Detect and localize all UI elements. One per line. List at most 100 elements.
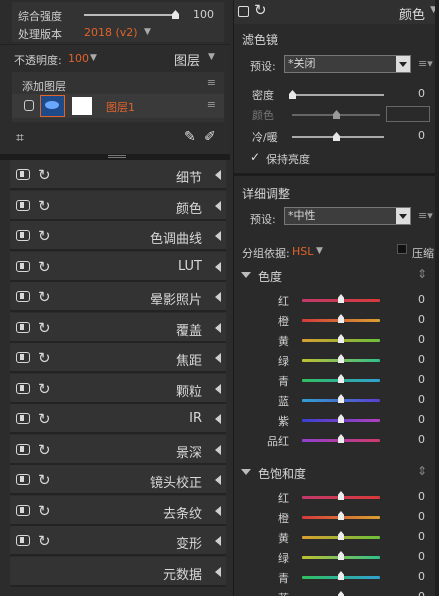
- chevron-down-icon[interactable]: ▼: [316, 246, 323, 256]
- color-knob[interactable]: [333, 110, 340, 119]
- detail-preset-select[interactable]: *中性: [284, 207, 411, 225]
- chevron-left-icon[interactable]: [215, 536, 221, 546]
- color-slider-knob[interactable]: [338, 591, 344, 596]
- panel-toggle-icon[interactable]: [16, 474, 30, 485]
- reset-icon[interactable]: ↻: [38, 288, 51, 306]
- reset-icon[interactable]: ↻: [38, 166, 51, 184]
- color-slider-knob[interactable]: [338, 551, 344, 560]
- expand-icon[interactable]: ⇕: [417, 267, 427, 281]
- layer-item[interactable]: 图层1 ≡: [12, 94, 224, 118]
- chevron-left-icon[interactable]: [215, 505, 221, 516]
- color-slider-knob[interactable]: [338, 434, 344, 443]
- color-slider-knob[interactable]: [338, 294, 344, 303]
- color-slider-knob[interactable]: [338, 334, 344, 343]
- panel-toggle-icon[interactable]: [16, 413, 30, 424]
- panel-toggle-icon[interactable]: [238, 6, 249, 17]
- tool-panel-row[interactable]: 元数据: [10, 556, 226, 587]
- tool-panel-row[interactable]: ↻ 细节: [10, 160, 226, 190]
- process-version-select[interactable]: 2018 (v2): [84, 26, 138, 39]
- tool-panel-row[interactable]: ↻ 色调曲线: [10, 221, 226, 251]
- chevron-down-icon[interactable]: ▼: [144, 27, 151, 37]
- chevron-down-icon[interactable]: [396, 208, 410, 224]
- group-by-select[interactable]: HSL: [292, 245, 313, 258]
- layer-opacity-value[interactable]: 100: [68, 52, 89, 65]
- crop-icon[interactable]: ⌗: [16, 130, 24, 146]
- panel-toggle-icon[interactable]: [16, 199, 30, 211]
- color-slider-knob[interactable]: [338, 531, 344, 540]
- chevron-down-icon[interactable]: ▼: [208, 52, 215, 62]
- color-slider-knob[interactable]: [338, 571, 344, 580]
- menu-icon[interactable]: ≡▾: [418, 57, 433, 70]
- expand-icon[interactable]: ⇕: [417, 464, 427, 478]
- compress-checkbox[interactable]: [397, 244, 407, 254]
- panel-toggle-icon[interactable]: [16, 260, 30, 272]
- panel-toggle-icon[interactable]: [16, 352, 30, 363]
- tool-panel-row[interactable]: ↻ 去条纹: [10, 495, 226, 526]
- chevron-down-icon[interactable]: [241, 469, 251, 475]
- chevron-left-icon[interactable]: [215, 231, 221, 241]
- color-slider-knob[interactable]: [338, 394, 344, 403]
- panel-toggle-icon[interactable]: [16, 504, 30, 516]
- reset-icon[interactable]: ↻: [254, 1, 267, 19]
- keep-luminance-checkbox[interactable]: ✓: [250, 150, 260, 164]
- tool-panel-row[interactable]: ↻ 晕影照片: [10, 282, 226, 312]
- layer-name[interactable]: 图层1: [106, 99, 135, 115]
- tool-panel-row[interactable]: ↻ 覆盖: [10, 312, 226, 343]
- chevron-down-icon[interactable]: ▼: [90, 53, 97, 63]
- menu-icon[interactable]: ≡▾: [418, 209, 433, 222]
- panel-toggle-icon[interactable]: [16, 535, 30, 546]
- panel-toggle-icon[interactable]: [16, 291, 30, 302]
- panel-toggle-icon[interactable]: [16, 230, 30, 241]
- chevron-left-icon[interactable]: [215, 200, 221, 211]
- tool-panel-row[interactable]: ↻ 变形: [10, 526, 226, 556]
- hue-section-header[interactable]: 色度 ⇕: [234, 265, 439, 285]
- chevron-left-icon[interactable]: [215, 353, 221, 363]
- chevron-down-icon[interactable]: [396, 56, 410, 72]
- add-layer-button[interactable]: 添加图层: [22, 78, 66, 94]
- reset-icon[interactable]: ↻: [38, 349, 51, 367]
- pen-icon[interactable]: ✎: [184, 129, 196, 145]
- tool-panel-row[interactable]: ↻ 焦距: [10, 343, 226, 373]
- panel-toggle-icon[interactable]: [16, 382, 30, 394]
- color-slider-knob[interactable]: [338, 414, 344, 423]
- tool-panel-row[interactable]: ↻ 镜头校正: [10, 465, 226, 495]
- chevron-left-icon[interactable]: [215, 444, 221, 455]
- chevron-left-icon[interactable]: [215, 322, 221, 333]
- color-swatch[interactable]: [386, 106, 430, 122]
- density-slider[interactable]: [292, 94, 384, 96]
- color-slider-knob[interactable]: [338, 511, 344, 520]
- chevron-left-icon[interactable]: [215, 383, 221, 394]
- brush-icon[interactable]: ✐: [204, 129, 216, 145]
- saturation-section-header[interactable]: 色饱和度 ⇕: [234, 462, 439, 482]
- tool-panel-row[interactable]: ↻ 颜色: [10, 190, 226, 221]
- chevron-left-icon[interactable]: [215, 414, 221, 424]
- color-slider-knob[interactable]: [338, 354, 344, 363]
- reset-icon[interactable]: ↻: [38, 197, 51, 215]
- menu-icon[interactable]: ≡: [207, 98, 216, 111]
- reset-icon[interactable]: ↻: [38, 441, 51, 459]
- reset-icon[interactable]: ↻: [38, 227, 51, 245]
- tool-panel-row[interactable]: ↻ 颗粒: [10, 373, 226, 404]
- scrollbar[interactable]: [435, 0, 439, 596]
- reset-icon[interactable]: ↻: [38, 319, 51, 337]
- cool-warm-knob[interactable]: [333, 132, 340, 141]
- panel-toggle-icon[interactable]: [16, 321, 30, 333]
- reset-icon[interactable]: ↻: [38, 380, 51, 398]
- visibility-toggle-icon[interactable]: [24, 100, 34, 111]
- reset-icon[interactable]: ↻: [38, 471, 51, 489]
- tool-panel-row[interactable]: ↻ LUT: [10, 251, 226, 282]
- reset-icon[interactable]: ↻: [38, 502, 51, 520]
- tool-panel-row[interactable]: ↻ 景深: [10, 434, 226, 465]
- density-knob[interactable]: [289, 90, 296, 99]
- chevron-left-icon[interactable]: [215, 475, 221, 485]
- filter-preset-select[interactable]: *关闭: [284, 55, 411, 73]
- strength-slider-track[interactable]: [84, 14, 178, 16]
- reset-icon[interactable]: ↻: [38, 258, 51, 276]
- chevron-left-icon[interactable]: [215, 170, 221, 180]
- panel-toggle-icon[interactable]: [16, 169, 30, 180]
- panel-toggle-icon[interactable]: [16, 443, 30, 455]
- color-slider-knob[interactable]: [338, 374, 344, 383]
- reset-icon[interactable]: ↻: [38, 532, 51, 550]
- chevron-down-icon[interactable]: [241, 272, 251, 278]
- strength-slider-knob[interactable]: [172, 10, 179, 19]
